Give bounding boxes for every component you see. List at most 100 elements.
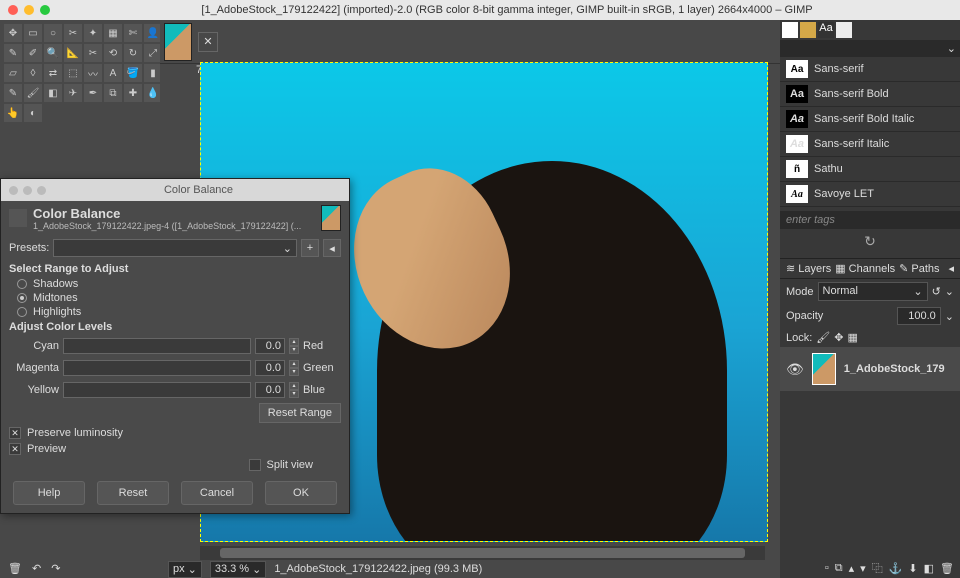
tool-ellipse-select[interactable]: ○ <box>44 24 62 42</box>
lock-position-icon[interactable]: ✥ <box>834 331 843 344</box>
tool-smudge[interactable]: 👆 <box>4 104 22 122</box>
opacity-spinner-icon[interactable]: ⌄ <box>945 310 954 323</box>
new-layer-icon[interactable]: ▫ <box>825 562 829 574</box>
tab-fonts-icon[interactable]: Aa <box>818 22 834 38</box>
panel-menu-icon[interactable]: ◂ <box>948 262 954 275</box>
horizontal-scrollbar[interactable] <box>200 546 765 560</box>
image-thumbnail[interactable] <box>164 23 192 61</box>
duplicate-layer-icon[interactable]: ⿻ <box>872 560 883 576</box>
tool-dodge[interactable]: ◐ <box>24 104 42 122</box>
font-item[interactable]: AaSans-serif Italic <box>780 132 960 157</box>
tab-layers[interactable]: ≋ Layers <box>786 262 831 275</box>
tool-warp[interactable]: 〰 <box>84 64 102 82</box>
yellow-blue-value[interactable]: 0.0 <box>255 382 285 398</box>
mask-layer-icon[interactable]: ◧ <box>924 562 934 575</box>
visibility-toggle-icon[interactable]: 👁 <box>786 361 804 378</box>
undo-icon[interactable]: ↶ <box>32 562 41 575</box>
magenta-green-value[interactable]: 0.0 <box>255 360 285 376</box>
font-item[interactable]: ñSathu <box>780 157 960 182</box>
minimize-window-button[interactable] <box>24 5 34 15</box>
range-midtones-radio[interactable]: Midtones <box>1 291 349 305</box>
layer-row[interactable]: 👁 1_AdobeStock_179 <box>780 347 960 391</box>
merge-layer-icon[interactable]: ⬇ <box>908 562 917 575</box>
lock-alpha-icon[interactable]: ▦ <box>847 331 857 344</box>
font-filter-input[interactable]: ⌄ <box>780 40 960 57</box>
tool-clone[interactable]: ⧉ <box>104 84 122 102</box>
lower-layer-icon[interactable]: ▾ <box>860 562 866 575</box>
cyan-red-value[interactable]: 0.0 <box>255 338 285 354</box>
tool-lasso[interactable]: ✂ <box>64 24 82 42</box>
cyan-red-slider[interactable] <box>63 338 251 354</box>
layer-name[interactable]: 1_AdobeStock_179 <box>844 363 945 375</box>
reload-fonts-button[interactable]: ↻ <box>780 229 960 254</box>
tool-eraser[interactable]: ◧ <box>44 84 62 102</box>
font-item[interactable]: AaSans-serif <box>780 57 960 82</box>
help-button[interactable]: Help <box>13 481 85 505</box>
tab-document-icon[interactable] <box>836 22 852 38</box>
mode-select[interactable]: Normal⌄ <box>818 282 928 301</box>
raise-layer-icon[interactable]: ▴ <box>849 562 855 575</box>
tab-patterns-icon[interactable] <box>800 22 816 38</box>
tool-fuzzy-select[interactable]: ✦ <box>84 24 102 42</box>
tool-zoom[interactable]: 🔍 <box>44 44 62 62</box>
preview-checkbox[interactable]: ✕Preview <box>1 441 349 457</box>
range-shadows-radio[interactable]: Shadows <box>1 277 349 291</box>
reset-range-button[interactable]: Reset Range <box>259 403 341 423</box>
tool-airbrush[interactable]: ✈ <box>64 84 82 102</box>
yellow-blue-slider[interactable] <box>63 382 251 398</box>
reset-button[interactable]: Reset <box>97 481 169 505</box>
tags-input[interactable]: enter tags <box>780 211 960 229</box>
tool-move[interactable]: ✥ <box>4 24 22 42</box>
anchor-layer-icon[interactable]: ⚓ <box>889 562 903 575</box>
dialog-titlebar[interactable]: Color Balance <box>1 179 349 201</box>
add-preset-button[interactable]: + <box>301 239 319 257</box>
tool-crop[interactable]: ✂ <box>84 44 102 62</box>
tool-transform[interactable]: ⟲ <box>104 44 122 62</box>
cancel-button[interactable]: Cancel <box>181 481 253 505</box>
preserve-luminosity-checkbox[interactable]: ✕Preserve luminosity <box>1 425 349 441</box>
tool-heal[interactable]: ✚ <box>124 84 142 102</box>
mode-chevron-icon[interactable]: ⌄ <box>945 285 954 298</box>
tool-ink[interactable]: ✒ <box>84 84 102 102</box>
close-window-button[interactable] <box>8 5 18 15</box>
cyan-red-spinner[interactable]: ▴▾ <box>289 338 299 354</box>
delete-icon[interactable]: 🗑 <box>8 562 22 575</box>
tab-brushes-icon[interactable] <box>782 22 798 38</box>
ok-button[interactable]: OK <box>265 481 337 505</box>
tool-flip[interactable]: ⇄ <box>44 64 62 82</box>
tool-rect-select[interactable]: ▭ <box>24 24 42 42</box>
tool-shear[interactable]: ▱ <box>4 64 22 82</box>
magenta-green-spinner[interactable]: ▴▾ <box>289 360 299 376</box>
unit-select[interactable]: px ⌄ <box>168 561 202 578</box>
preset-menu-button[interactable]: ◂ <box>323 239 341 257</box>
yellow-blue-spinner[interactable]: ▴▾ <box>289 382 299 398</box>
magenta-green-slider[interactable] <box>63 360 251 376</box>
lock-pixels-icon[interactable]: 🖌 <box>816 331 830 344</box>
presets-select[interactable]: ⌄ <box>53 239 297 257</box>
tool-pencil[interactable]: ✎ <box>4 84 22 102</box>
tab-paths[interactable]: ✎ Paths <box>899 262 939 275</box>
tool-paintbrush[interactable]: 🖌 <box>24 84 42 102</box>
tab-channels[interactable]: ▦ Channels <box>835 262 895 275</box>
tool-rotate[interactable]: ↻ <box>124 44 142 62</box>
tool-text[interactable]: A <box>104 64 122 82</box>
tool-perspective[interactable]: ◊ <box>24 64 42 82</box>
mode-reset-icon[interactable]: ↺ <box>932 285 941 298</box>
tool-by-color[interactable]: ▦ <box>104 24 122 42</box>
close-image-button[interactable]: ✕ <box>198 32 218 52</box>
tool-color-picker[interactable]: ✐ <box>24 44 42 62</box>
redo-icon[interactable]: ↷ <box>51 562 60 575</box>
tool-scissors[interactable]: ✄ <box>124 24 142 42</box>
font-item[interactable]: AaSans-serif Bold Italic <box>780 107 960 132</box>
tool-cage[interactable]: ⬚ <box>64 64 82 82</box>
layer-group-icon[interactable]: ⧉ <box>835 562 843 575</box>
font-item[interactable]: AaSans-serif Bold <box>780 82 960 107</box>
maximize-window-button[interactable] <box>40 5 50 15</box>
tool-measure[interactable]: 📐 <box>64 44 82 62</box>
tool-bucket[interactable]: 🪣 <box>124 64 142 82</box>
font-item[interactable]: AaSavoye LET <box>780 182 960 207</box>
opacity-input[interactable]: 100.0 <box>897 307 941 325</box>
tool-paths[interactable]: ✎ <box>4 44 22 62</box>
split-view-checkbox[interactable]: Split view <box>1 457 349 473</box>
range-highlights-radio[interactable]: Highlights <box>1 305 349 319</box>
